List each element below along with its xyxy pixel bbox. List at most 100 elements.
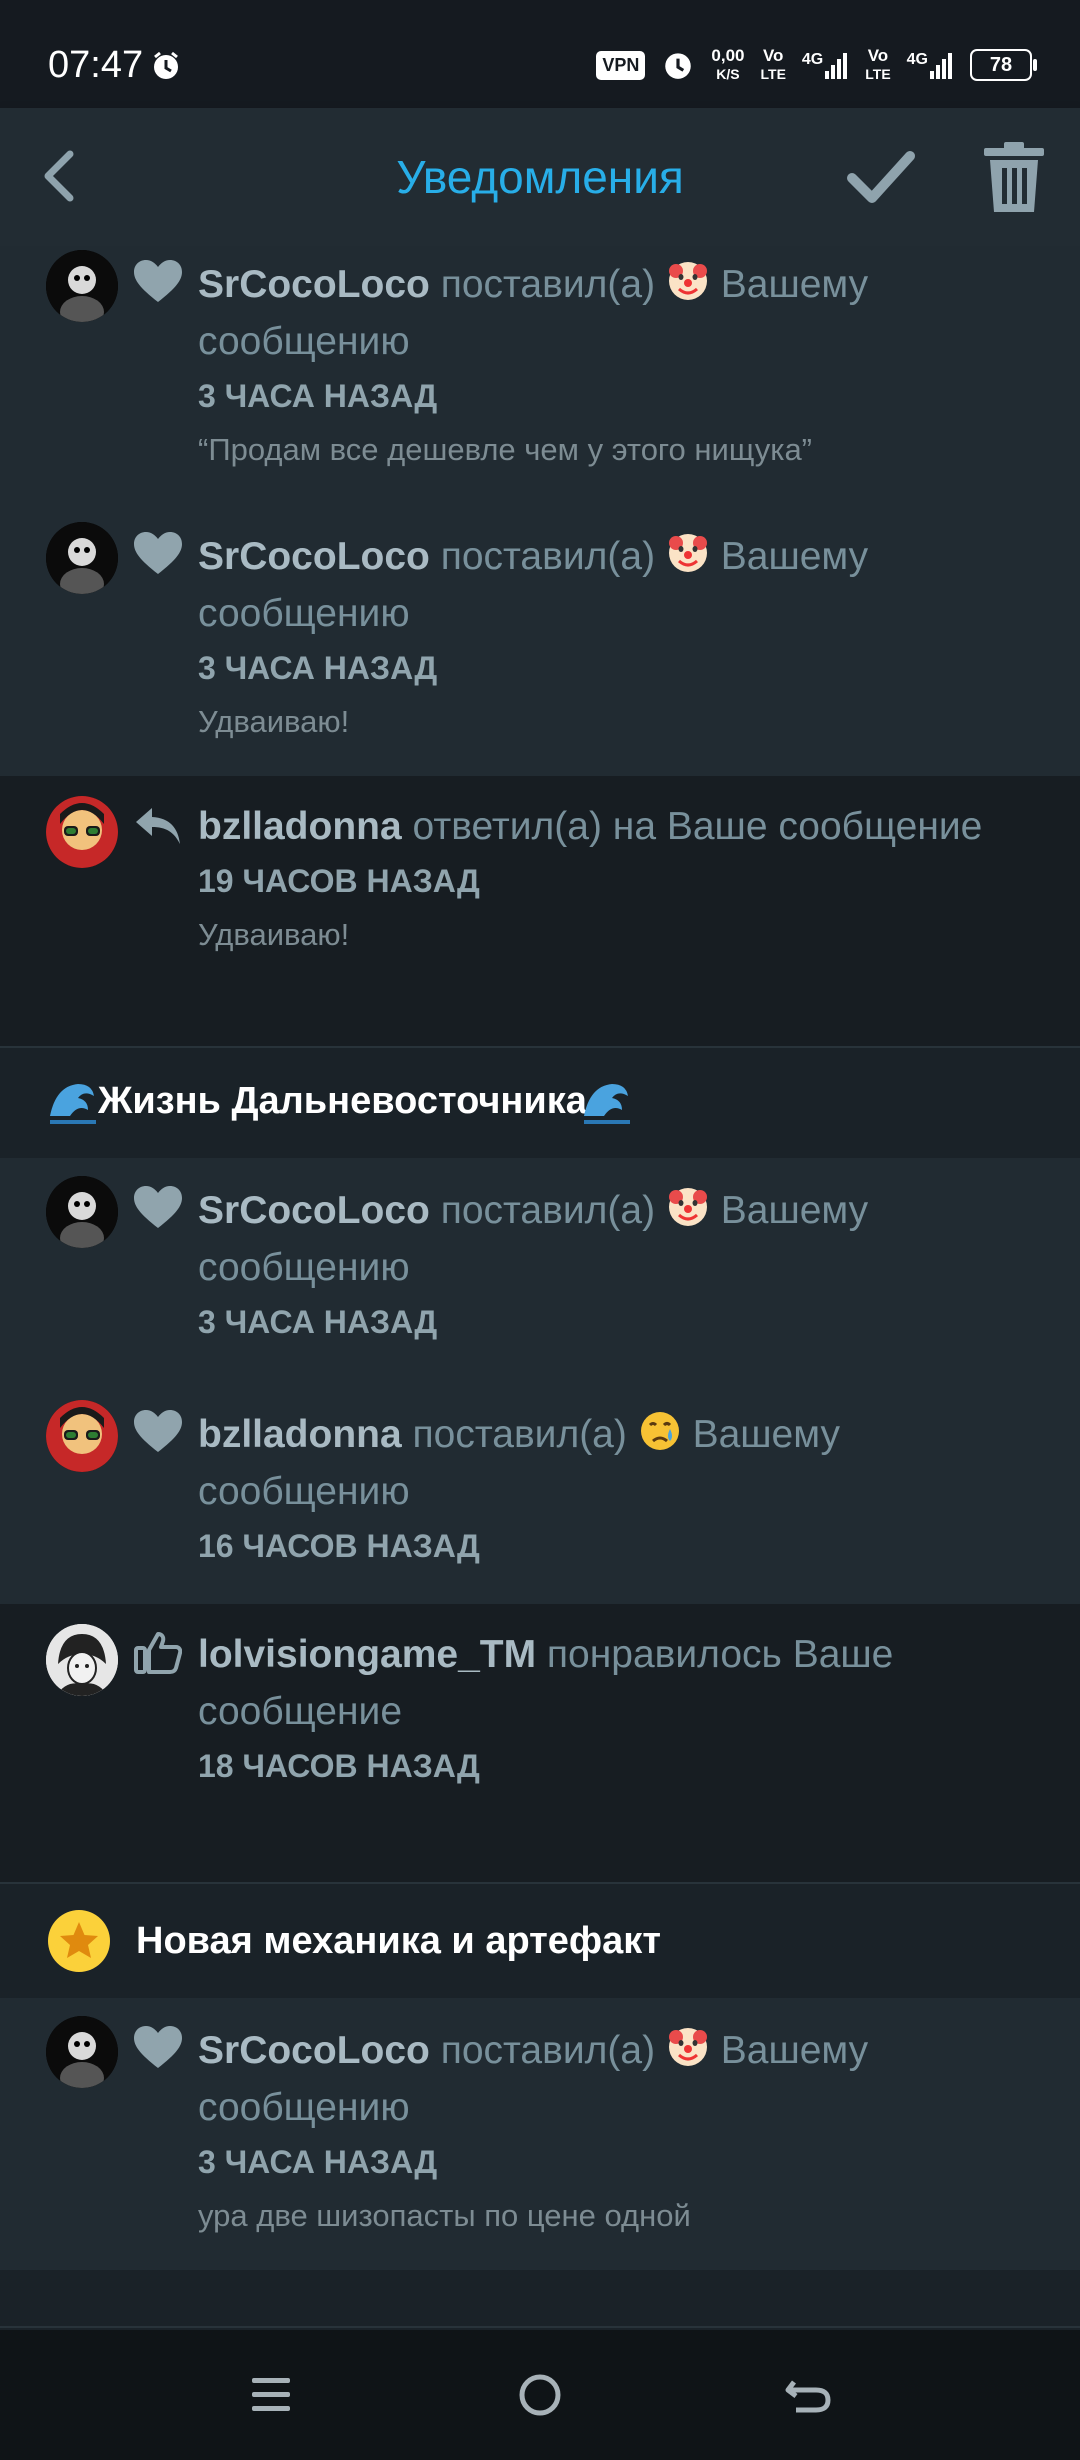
notification-line-2: сообщению xyxy=(198,2086,410,2129)
signal-2-label: 4G xyxy=(906,51,928,68)
username[interactable]: bzlladonna xyxy=(198,1413,402,1456)
notification-line-2: сообщению xyxy=(198,320,410,363)
signal-2-icon xyxy=(930,53,952,79)
action-text: поставил(а) xyxy=(440,535,656,578)
menu-icon[interactable] xyxy=(236,2360,306,2430)
username[interactable]: SrCocoLoco xyxy=(198,1189,430,1232)
clown-face-emoji xyxy=(668,534,707,572)
notification-line: SrCocoLoco поставил(а) Вашему xyxy=(198,2022,1028,2079)
notification-text: SrCocoLoco поставил(а) Вашему сообщению … xyxy=(198,1182,1028,1344)
heart-icon xyxy=(134,1186,182,1228)
avatar[interactable] xyxy=(46,1176,118,1248)
target-text: Вашему xyxy=(720,2029,869,2072)
signal-1: 4G xyxy=(802,51,849,79)
status-time: 07:47 xyxy=(48,44,144,86)
action-text: поставил(а) xyxy=(440,263,656,306)
action-text: поставил(а) xyxy=(440,1189,656,1232)
heart-icon xyxy=(134,260,182,302)
notification-line-2: сообщению xyxy=(198,1246,410,1289)
target-text: Вашему xyxy=(720,263,869,306)
notification-line: SrCocoLoco поставил(а) Вашему xyxy=(198,1182,1028,1239)
clown-face-emoji xyxy=(668,1188,707,1226)
notification-quote: ура две шизопасты по цене одной xyxy=(198,2198,691,2233)
notification-time: 3 ЧАСА НАЗАД xyxy=(198,650,438,686)
notification-text: bzlladonna поставил(а) Вашему сообщению … xyxy=(198,1406,1028,1568)
home-circle-icon[interactable] xyxy=(505,2360,575,2430)
signal-1-label: 4G xyxy=(801,51,824,68)
alarm-status-icon xyxy=(154,51,178,79)
username[interactable]: lolvisiongame_TM xyxy=(198,1633,536,1676)
chat-group-title: Жизнь Дальневосточника xyxy=(98,1080,587,1122)
volte-2-bottom: LTE xyxy=(865,66,891,82)
username[interactable]: SrCocoLoco xyxy=(198,263,430,306)
avatar[interactable] xyxy=(46,1400,118,1472)
chat-group-title: Новая механика и артефакт xyxy=(136,1920,661,1962)
system-navigation-bar xyxy=(0,2330,1080,2460)
chat-group-header[interactable]: Новая механика и артефакт xyxy=(0,1884,1080,1998)
notification-line-2: сообщению xyxy=(198,592,410,635)
notification-time: 16 ЧАСОВ НАЗАД xyxy=(198,1528,480,1564)
notification-text: SrCocoLoco поставил(а) Вашему сообщению … xyxy=(198,2022,1028,2238)
notification-time: 19 ЧАСОВ НАЗАД xyxy=(198,863,480,899)
status-indicators: VPN 0,00 K/S Vo LTE 4G Vo LTE 4G 78 xyxy=(596,40,1037,90)
username[interactable]: SrCocoLoco xyxy=(198,2029,430,2072)
notification-text: bzlladonna ответил(а) на Ваше сообщение … xyxy=(198,798,1028,957)
clown-face-emoji xyxy=(668,262,707,300)
volte-2-top: Vo xyxy=(867,46,889,65)
clown-face-emoji xyxy=(668,2028,707,2066)
notification-quote: Удваиваю! xyxy=(198,704,350,739)
notification-time: 3 ЧАСА НАЗАД xyxy=(198,1304,438,1340)
username[interactable]: SrCocoLoco xyxy=(198,535,430,578)
trash-icon[interactable] xyxy=(982,142,1046,214)
speed-value: 0,00 xyxy=(711,46,745,65)
notification-time: 3 ЧАСА НАЗАД xyxy=(198,2144,438,2180)
volte-2: Vo LTE xyxy=(865,47,890,83)
battery-icon: 78 xyxy=(970,49,1037,81)
status-bar: 07:47 VPN 0,00 K/S Vo LTE 4G Vo LTE 4G 7… xyxy=(0,0,1080,108)
notification-time: 18 ЧАСОВ НАЗАД xyxy=(198,1748,480,1784)
star-icon xyxy=(48,1910,110,1972)
action-text: понравилось Ваше xyxy=(546,1633,894,1676)
reply-icon xyxy=(136,808,180,844)
notification-line: bzlladonna поставил(а) Вашему xyxy=(198,1406,1028,1463)
target-text: Вашему xyxy=(720,1189,869,1232)
notification-quote: Удваиваю! xyxy=(198,917,350,952)
username[interactable]: bzlladonna xyxy=(198,805,402,848)
mark-all-read-check-icon[interactable] xyxy=(846,148,916,206)
alarm-icon xyxy=(665,53,692,79)
chat-group-header[interactable]: Жизнь Дальневосточника xyxy=(0,1048,1080,1158)
notification-quote: “Продам все дешевле чем у этого нищука” xyxy=(198,432,813,467)
heart-icon xyxy=(134,2026,182,2068)
avatar[interactable] xyxy=(46,522,118,594)
avatar[interactable] xyxy=(46,1624,118,1696)
notification-line: lolvisiongame_TM понравилось Ваше xyxy=(198,1626,1028,1683)
notification-text: lolvisiongame_TM понравилось Ваше сообще… xyxy=(198,1626,1028,1788)
heart-icon xyxy=(134,1410,182,1452)
target-text: Вашему xyxy=(692,1413,840,1456)
notification-text: SrCocoLoco поставил(а) Вашему сообщению … xyxy=(198,528,1028,744)
volte-1-top: Vo xyxy=(762,46,784,65)
app-bar: Уведомления xyxy=(0,108,1080,246)
notification-time: 3 ЧАСА НАЗАД xyxy=(198,378,438,414)
volte-1-bottom: LTE xyxy=(760,66,786,82)
avatar[interactable] xyxy=(46,2016,118,2088)
action-text: ответил(а) на Ваше сообщение xyxy=(412,805,983,848)
signal-2: 4G xyxy=(907,51,954,79)
heart-icon xyxy=(134,532,182,574)
speed-unit: K/S xyxy=(716,66,740,82)
notification-text: SrCocoLoco поставил(а) Вашему сообщению … xyxy=(198,256,1028,472)
wave-emoji-icon xyxy=(584,1084,630,1124)
back-icon[interactable] xyxy=(774,2360,844,2430)
action-text: поставил(а) xyxy=(440,2029,656,2072)
notification-line-2: сообщение xyxy=(198,1690,403,1733)
notification-line: SrCocoLoco поставил(а) Вашему xyxy=(198,256,1028,313)
wave-emoji-icon xyxy=(50,1084,96,1124)
notification-line: bzlladonna ответил(а) на Ваше сообщение xyxy=(198,798,1028,855)
avatar[interactable] xyxy=(46,796,118,868)
target-text: Вашему xyxy=(720,535,869,578)
action-text: поставил(а) xyxy=(412,1413,627,1456)
avatar[interactable] xyxy=(46,250,118,322)
page-title: Уведомления xyxy=(396,151,684,203)
notification-line-2: сообщению xyxy=(198,1470,410,1513)
crying-face-emoji xyxy=(640,1412,679,1450)
